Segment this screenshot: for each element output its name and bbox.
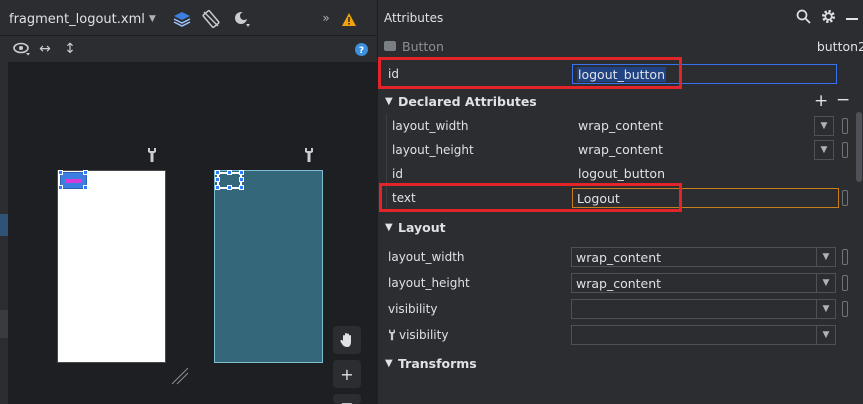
file-tab[interactable]: fragment_logout.xml ▼ <box>9 8 156 30</box>
dropdown-arrow-icon[interactable]: ▼ <box>816 273 836 293</box>
selection-handle[interactable] <box>239 177 244 182</box>
button-component-icon <box>384 41 396 51</box>
chevron-down-icon[interactable]: ▼ <box>385 358 393 369</box>
design-preview[interactable] <box>57 170 166 363</box>
selection-handle[interactable] <box>58 170 63 175</box>
attribute-label: layout_height <box>388 276 470 290</box>
attribute-label: layout_width <box>388 250 465 264</box>
add-attribute-icon[interactable]: + <box>814 91 828 111</box>
selection-handle[interactable] <box>239 170 244 175</box>
gutter-marker <box>0 214 8 236</box>
declared-attributes-section[interactable]: ▼ Declared Attributes + − <box>378 90 863 114</box>
wrench-icon[interactable] <box>146 147 158 167</box>
minimize-icon[interactable] <box>846 18 858 20</box>
attribute-value-field[interactable]: wrap_content <box>571 247 836 267</box>
selection-handle[interactable] <box>239 185 244 190</box>
attribute-value[interactable]: logout_button <box>578 166 665 181</box>
dropdown-arrow-icon[interactable]: ▼ <box>816 247 836 267</box>
left-gutter <box>0 62 8 404</box>
dropdown-arrow-icon[interactable]: ▼ <box>816 325 836 345</box>
attribute-reference-icon[interactable] <box>842 249 848 265</box>
view-toolbar: ↔ ↕ ? <box>0 36 377 62</box>
layout-row: visibility ▼ <box>378 323 863 347</box>
transforms-section[interactable]: ▼ Transforms <box>378 352 863 376</box>
remove-attribute-icon[interactable]: − <box>836 90 850 110</box>
attribute-value[interactable]: wrap_content <box>578 142 663 157</box>
chevron-down-icon[interactable]: ▼ <box>149 14 156 24</box>
declared-attributes-title: Declared Attributes <box>398 94 537 109</box>
attribute-value[interactable]: wrap_content <box>578 118 663 133</box>
highlight-box-id <box>378 57 682 89</box>
dropdown-arrow-icon[interactable]: ▼ <box>814 116 834 136</box>
layout-section[interactable]: ▼ Layout <box>378 216 863 240</box>
attributes-title: Attributes <box>384 11 444 25</box>
attribute-label: visibility <box>399 328 449 342</box>
orientation-icon[interactable] <box>200 9 222 29</box>
attribute-label: layout_height <box>392 143 474 157</box>
zoom-controls: + − <box>333 326 361 404</box>
design-editor: fragment_logout.xml ▼ » ↔ ↕ ? + − <box>0 0 377 404</box>
layers-icon[interactable] <box>172 10 192 28</box>
dropdown-arrow-icon[interactable]: ▼ <box>816 299 836 319</box>
chevron-down-icon[interactable]: ▼ <box>385 96 393 107</box>
transforms-title: Transforms <box>398 356 477 371</box>
eye-icon[interactable] <box>12 41 32 57</box>
highlight-box-text <box>379 183 682 212</box>
layout-row: visibility ▼ <box>378 297 863 321</box>
attribute-value-field[interactable] <box>571 325 836 345</box>
zoom-out-icon[interactable]: − <box>333 394 361 404</box>
attributes-header: Attributes <box>378 0 863 36</box>
gutter-marker <box>0 310 8 338</box>
resize-grip-icon[interactable] <box>170 366 190 386</box>
dropdown-arrow-icon[interactable]: ▼ <box>814 140 834 160</box>
warning-icon[interactable] <box>340 10 358 28</box>
component-row: Button button2 <box>378 36 863 58</box>
layout-title: Layout <box>398 220 446 235</box>
selection-handle[interactable] <box>227 185 232 190</box>
selection-handle[interactable] <box>215 177 220 182</box>
attribute-label: id <box>392 167 403 181</box>
attribute-value-field[interactable]: wrap_content <box>571 273 836 293</box>
svg-text:?: ? <box>358 46 363 56</box>
scrollbar[interactable] <box>856 112 862 182</box>
selection-handle[interactable] <box>215 170 220 175</box>
wrench-icon[interactable] <box>303 147 315 167</box>
selection-handle[interactable] <box>58 185 63 190</box>
declared-row: layout_height wrap_content ▼ <box>378 138 863 162</box>
attribute-label: layout_width <box>392 119 469 133</box>
attribute-reference-icon[interactable] <box>842 301 848 317</box>
zoom-in-icon[interactable]: + <box>333 360 361 388</box>
attribute-value-field[interactable] <box>571 299 836 319</box>
selection-handle[interactable] <box>227 170 232 175</box>
selection-handle[interactable] <box>83 170 88 175</box>
theme-icon[interactable] <box>230 9 252 29</box>
file-tab-label: fragment_logout.xml <box>9 11 145 27</box>
selection-handle[interactable] <box>215 185 220 190</box>
component-type: Button <box>402 39 444 54</box>
wrench-icon <box>387 329 397 344</box>
gear-icon[interactable] <box>821 9 836 27</box>
attribute-reference-icon[interactable] <box>842 190 848 206</box>
pan-icon[interactable] <box>333 326 361 354</box>
help-icon[interactable]: ? <box>354 42 368 56</box>
layout-row: layout_width wrap_content ▼ <box>378 245 863 269</box>
attribute-reference-icon[interactable] <box>842 118 848 134</box>
attributes-panel: Attributes Button button2 id logout_butt… <box>377 0 863 404</box>
vertical-resize-icon[interactable]: ↕ <box>62 40 78 58</box>
component-name: button2 <box>816 39 863 54</box>
horizontal-resize-icon[interactable]: ↔ <box>36 41 54 57</box>
attribute-reference-icon[interactable] <box>842 142 848 158</box>
attribute-label: visibility <box>388 302 438 316</box>
editor-toolbar: fragment_logout.xml ▼ » <box>0 0 377 36</box>
attribute-reference-icon[interactable] <box>842 275 848 291</box>
declared-row: layout_width wrap_content ▼ <box>378 114 863 138</box>
layout-row: layout_height wrap_content ▼ <box>378 271 863 295</box>
blueprint-preview[interactable] <box>214 170 323 363</box>
chevron-down-icon[interactable]: ▼ <box>385 222 393 233</box>
selection-handle[interactable] <box>83 185 88 190</box>
attribute-value: wrap_content <box>576 250 662 265</box>
search-icon[interactable] <box>796 9 811 27</box>
overflow-icon[interactable]: » <box>318 10 334 26</box>
attribute-value: wrap_content <box>576 276 662 291</box>
